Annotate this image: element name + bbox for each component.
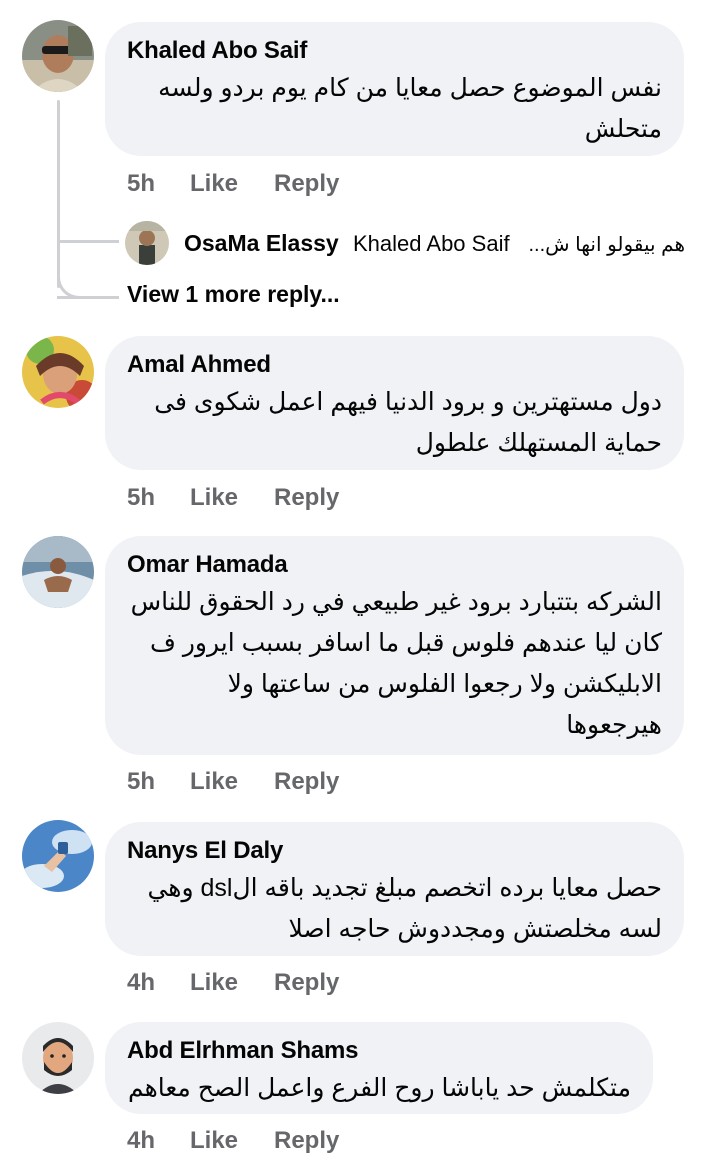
- like-button[interactable]: Like: [190, 1127, 238, 1154]
- reply-button[interactable]: Reply: [274, 1127, 339, 1154]
- thread-line-branch-2: [57, 296, 119, 299]
- comment-time[interactable]: 5h: [127, 484, 155, 512]
- comment-author[interactable]: Nanys El Daly: [127, 836, 662, 866]
- view-more-replies-link[interactable]: View 1 more reply...: [127, 281, 340, 308]
- comment-author[interactable]: Omar Hamada: [127, 550, 662, 580]
- reply-snippet: هم بيقولو انها ش...: [528, 234, 685, 256]
- reply-author[interactable]: OsaMa Elassy: [184, 230, 339, 257]
- thread-line-branch-1: [57, 240, 119, 243]
- comment-author[interactable]: Abd Elrhman Shams: [127, 1036, 631, 1066]
- comment-text: متكلمش حد ياباشا روح الفرع واعمل الصح مع…: [127, 1074, 631, 1102]
- reply-button[interactable]: Reply: [274, 969, 339, 997]
- avatar[interactable]: [22, 336, 94, 408]
- like-button[interactable]: Like: [190, 170, 238, 198]
- comment-time[interactable]: 5h: [127, 768, 155, 796]
- reply-preview[interactable]: OsaMa Elassy Khaled Abo Saif هم بيقولو ا…: [125, 221, 695, 267]
- comment-bubble: Amal Ahmed دول مستهترين و برود الدنيا في…: [105, 336, 684, 470]
- reply-button[interactable]: Reply: [274, 768, 339, 796]
- comment-time[interactable]: 4h: [127, 1127, 155, 1154]
- avatar[interactable]: [22, 820, 94, 892]
- reply-button[interactable]: Reply: [274, 484, 339, 512]
- comment-time[interactable]: 4h: [127, 969, 155, 997]
- comment-author[interactable]: Amal Ahmed: [127, 350, 662, 380]
- like-button[interactable]: Like: [190, 484, 238, 512]
- avatar[interactable]: [22, 536, 94, 608]
- comment-author[interactable]: Khaled Abo Saif: [127, 36, 662, 66]
- avatar[interactable]: [22, 1022, 94, 1094]
- comment-text: دول مستهترين و برود الدنيا فيهم اعمل شكو…: [154, 388, 662, 457]
- comment-bubble: Omar Hamada الشركه بتتبارد برود غير طبيع…: [105, 536, 684, 755]
- comment-text: حصل معايا برده اتخصم مبلغ تجديد باقه الd…: [147, 874, 662, 943]
- thread-line-corner: [57, 268, 87, 299]
- avatar[interactable]: [22, 20, 94, 92]
- comment-bubble: Nanys El Daly حصل معايا برده اتخصم مبلغ …: [105, 822, 684, 956]
- thread-line-vertical: [57, 100, 60, 288]
- comment-text: الشركه بتتبارد برود غير طبيعي في رد الحق…: [130, 588, 662, 739]
- like-button[interactable]: Like: [190, 969, 238, 997]
- comment-bubble: Khaled Abo Saif نفس الموضوع حصل معايا من…: [105, 22, 684, 156]
- like-button[interactable]: Like: [190, 768, 238, 796]
- reply-mention[interactable]: Khaled Abo Saif: [353, 231, 510, 257]
- comment-text: نفس الموضوع حصل معايا من كام يوم بردو ول…: [158, 74, 662, 143]
- comment-time[interactable]: 5h: [127, 170, 155, 198]
- avatar[interactable]: [125, 221, 169, 265]
- comment-bubble: Abd Elrhman Shams متكلمش حد ياباشا روح ا…: [105, 1022, 653, 1114]
- comments-section: Khaled Abo Saif نفس الموضوع حصل معايا من…: [0, 0, 706, 1154]
- reply-button[interactable]: Reply: [274, 170, 339, 198]
